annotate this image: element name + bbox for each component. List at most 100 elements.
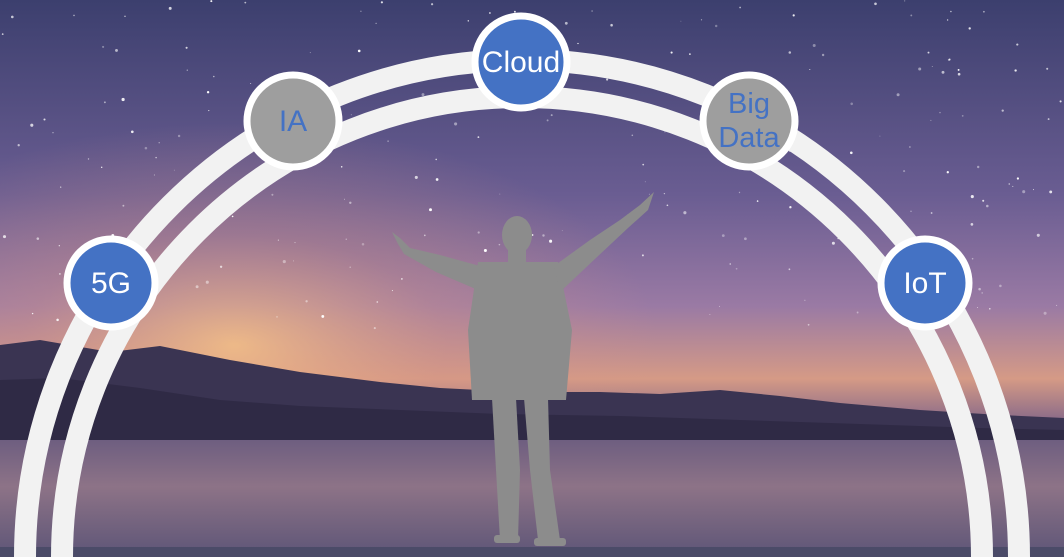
star [739, 6, 741, 9]
star [744, 237, 747, 241]
star [680, 20, 682, 22]
star [177, 134, 181, 138]
star [100, 166, 103, 169]
star [343, 198, 345, 200]
star [849, 151, 853, 155]
star [989, 308, 991, 310]
node-cloud: Cloud [471, 12, 571, 112]
node-bigdata-label-line: Data [718, 122, 780, 154]
star [1043, 311, 1047, 315]
star [210, 0, 213, 3]
star [349, 266, 351, 268]
star [564, 21, 568, 25]
star [375, 22, 377, 25]
star [130, 130, 134, 134]
star [946, 19, 949, 21]
star [250, 83, 252, 84]
star [489, 12, 491, 14]
star [36, 237, 40, 240]
node-bigdata-label-line: Big [728, 88, 770, 120]
star [17, 144, 20, 147]
star [721, 234, 725, 237]
star [641, 254, 644, 257]
star [986, 204, 989, 208]
star [981, 292, 984, 294]
star [60, 186, 62, 188]
star [401, 278, 403, 280]
star [357, 49, 361, 53]
star [477, 231, 480, 234]
node-5g-label-line: 5G [91, 267, 131, 300]
node-ia-label-line: IA [279, 105, 307, 138]
star [421, 93, 425, 97]
star [904, 0, 906, 2]
star [59, 273, 61, 275]
star [173, 169, 175, 171]
star [87, 158, 90, 160]
star [31, 312, 34, 315]
star [467, 20, 470, 22]
star [591, 10, 593, 12]
star [999, 284, 1002, 288]
star [606, 78, 609, 81]
star [122, 204, 125, 207]
star [879, 135, 881, 137]
star [361, 242, 365, 246]
node-cloud-label: Cloud [482, 46, 560, 79]
star [185, 46, 188, 49]
node-ia-label: IA [279, 105, 307, 138]
star [546, 119, 549, 122]
infographic-scene: 5G IA Cloud Big Data IoT [0, 0, 1064, 557]
node-iot-label: IoT [903, 267, 946, 300]
star [244, 1, 247, 4]
star [121, 97, 125, 102]
star [321, 314, 325, 318]
star [205, 280, 209, 284]
star [714, 24, 718, 28]
star [423, 234, 426, 237]
star [670, 51, 673, 54]
star [414, 175, 418, 179]
star [391, 290, 393, 292]
star [1001, 109, 1004, 112]
star [542, 234, 545, 237]
star [909, 146, 911, 148]
star [340, 166, 343, 168]
star [153, 174, 155, 176]
star [927, 51, 930, 54]
star [2, 235, 7, 239]
star [950, 10, 952, 13]
star [689, 53, 691, 55]
star [807, 323, 810, 326]
node-5g-label: 5G [91, 267, 131, 300]
star [1049, 190, 1053, 194]
star [856, 311, 859, 314]
star [896, 93, 900, 97]
star [350, 114, 352, 116]
star [213, 75, 215, 78]
star [809, 68, 811, 71]
star [73, 14, 75, 17]
star [376, 301, 379, 303]
star [144, 146, 148, 150]
star [115, 48, 118, 52]
star [1014, 69, 1017, 72]
star [577, 42, 579, 45]
star [186, 69, 188, 71]
star [874, 2, 877, 6]
star [970, 223, 974, 226]
star [155, 156, 157, 159]
star [102, 45, 105, 48]
star [735, 267, 738, 270]
star [648, 193, 650, 195]
star [1016, 43, 1019, 46]
star [663, 192, 666, 195]
star [271, 193, 274, 196]
star [850, 102, 853, 106]
star [957, 68, 960, 71]
star [968, 27, 971, 30]
node-iot: IoT [877, 235, 973, 331]
star [961, 115, 964, 117]
star [477, 136, 480, 139]
star [380, 1, 384, 4]
